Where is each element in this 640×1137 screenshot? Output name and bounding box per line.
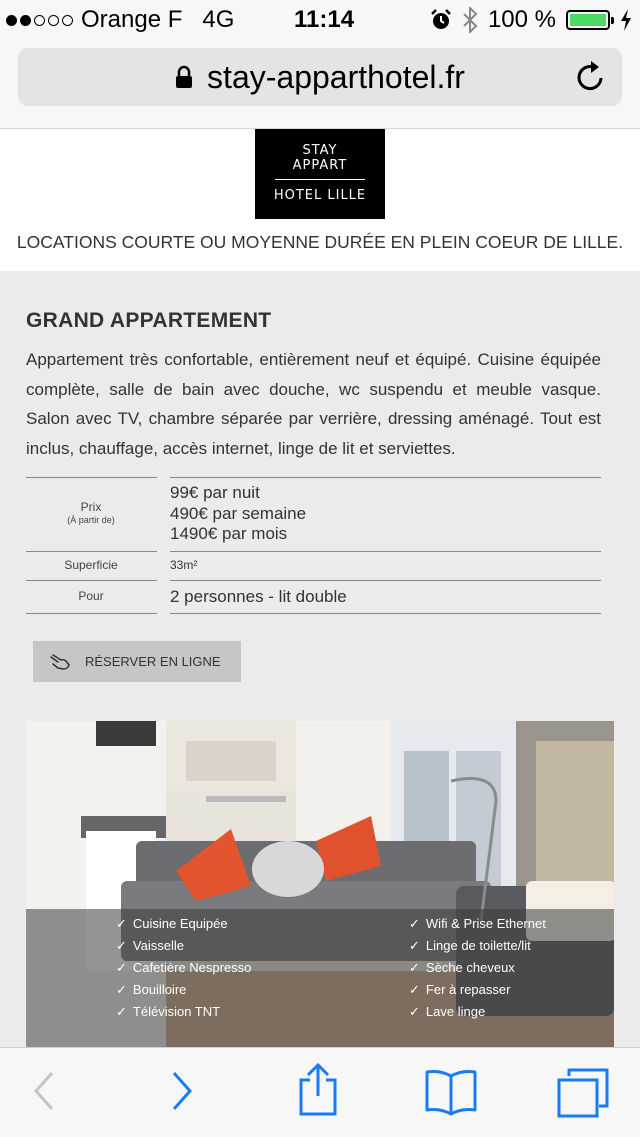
table-divider xyxy=(26,551,157,552)
check-icon: ✓ xyxy=(116,938,127,953)
feature-item: ✓ Bouilloire xyxy=(116,982,187,997)
chevron-right-icon xyxy=(172,1072,193,1110)
listing-section: GRAND APPARTEMENT Appartement très confo… xyxy=(0,271,640,1047)
tabs-button[interactable] xyxy=(557,1068,609,1118)
book-icon xyxy=(425,1070,477,1116)
tabs-icon xyxy=(557,1068,609,1118)
price-week: 490€ par semaine xyxy=(170,504,307,523)
status-bar: Orange F 4G 11:14 100 % xyxy=(0,0,640,40)
table-divider xyxy=(170,551,601,552)
price-month: 1490€ par mois xyxy=(170,524,288,543)
site-logo[interactable]: STAY APPART HOTEL LILLE xyxy=(255,129,385,219)
table-divider xyxy=(170,580,601,581)
reload-icon[interactable] xyxy=(576,60,606,92)
logo-line-stay: STAY xyxy=(302,143,338,158)
price-label: Prix xyxy=(80,500,102,514)
listing-title: GRAND APPARTEMENT xyxy=(26,309,272,332)
battery-icon xyxy=(566,10,614,30)
feature-item: ✓ Cafetière Nespresso xyxy=(116,960,252,975)
battery-percent: 100 % xyxy=(487,6,556,33)
browser-address-area: stay-apparthotel.fr xyxy=(0,40,640,129)
check-icon: ✓ xyxy=(409,982,420,997)
price-night: 99€ par nuit xyxy=(170,483,260,502)
hand-pointer-icon xyxy=(49,653,71,671)
bookmarks-button[interactable] xyxy=(424,1068,478,1116)
signal-strength-icon xyxy=(6,14,73,26)
chevron-left-icon xyxy=(33,1072,54,1110)
reserve-online-label: RÉSERVER EN LIGNE xyxy=(85,654,221,669)
table-divider xyxy=(26,580,157,581)
check-icon: ✓ xyxy=(409,1004,420,1019)
feature-item: ✓ Lave linge xyxy=(409,1004,486,1019)
apartment-photo: ✓ Cuisine Equipée ✓ Vaisselle ✓ Cafetière N… xyxy=(26,721,614,1047)
area-label: Superficie xyxy=(64,558,118,572)
table-divider xyxy=(170,613,601,614)
carrier-name: Orange F xyxy=(81,6,183,33)
site-header: STAY APPART HOTEL LILLE LOCATIONS COURTE… xyxy=(0,129,640,271)
feature-item: ✓ Fer à repasser xyxy=(409,982,511,997)
lock-icon xyxy=(176,65,193,88)
check-icon: ✓ xyxy=(116,982,127,997)
site-tagline: LOCATIONS COURTE OU MOYENNE DURÉE EN PLE… xyxy=(16,232,624,252)
share-button[interactable] xyxy=(296,1062,340,1118)
area-value: 33m² xyxy=(170,558,198,572)
capacity-value: 2 personnes - lit double xyxy=(170,587,347,606)
bluetooth-icon xyxy=(463,7,478,33)
logo-line-hotel: HOTEL LILLE xyxy=(273,188,367,203)
address-bar[interactable]: stay-apparthotel.fr xyxy=(18,48,622,106)
forward-button[interactable] xyxy=(168,1068,198,1114)
table-divider xyxy=(26,477,157,478)
table-divider xyxy=(170,477,601,478)
feature-item: ✓ Wifi & Prise Ethernet xyxy=(409,916,546,931)
logo-divider xyxy=(275,179,365,180)
check-icon: ✓ xyxy=(116,1004,127,1019)
feature-item: ✓ Cuisine Equipée xyxy=(116,916,228,931)
charging-icon xyxy=(621,9,631,31)
browser-toolbar xyxy=(0,1047,640,1137)
feature-item: ✓ Linge de toilette/lit xyxy=(409,938,531,953)
check-icon: ✓ xyxy=(116,916,127,931)
feature-item: ✓ Télévision TNT xyxy=(116,1004,221,1019)
table-divider xyxy=(26,613,157,614)
check-icon: ✓ xyxy=(116,960,127,975)
capacity-label: Pour xyxy=(78,589,104,603)
feature-item: ✓ Sèche cheveux xyxy=(409,960,515,975)
check-icon: ✓ xyxy=(409,916,420,931)
network-type: 4G xyxy=(202,6,235,33)
reserve-online-button[interactable]: RÉSERVER EN LIGNE xyxy=(33,641,241,682)
listing-description: Appartement très confortable, entièremen… xyxy=(26,350,601,458)
feature-item: ✓ Vaisselle xyxy=(116,938,184,953)
status-time: 11:14 xyxy=(294,6,355,33)
logo-line-appart: APPART xyxy=(292,158,348,173)
features-overlay: ✓ Cuisine Equipée ✓ Vaisselle ✓ Cafetière N… xyxy=(26,909,614,1047)
check-icon: ✓ xyxy=(409,960,420,975)
share-icon xyxy=(299,1062,337,1116)
price-sublabel: (À partir de) xyxy=(67,515,115,525)
alarm-icon xyxy=(431,9,451,29)
back-button[interactable] xyxy=(28,1068,58,1114)
url-text: stay-apparthotel.fr xyxy=(207,58,465,95)
check-icon: ✓ xyxy=(409,938,420,953)
features-left-list: ✓ Cuisine Equipée ✓ Vaisselle ✓ Cafetière N… xyxy=(116,915,251,1021)
features-right-list: ✓ Wifi & Prise Ethernet ✓ Linge de toilett… xyxy=(409,915,546,1021)
